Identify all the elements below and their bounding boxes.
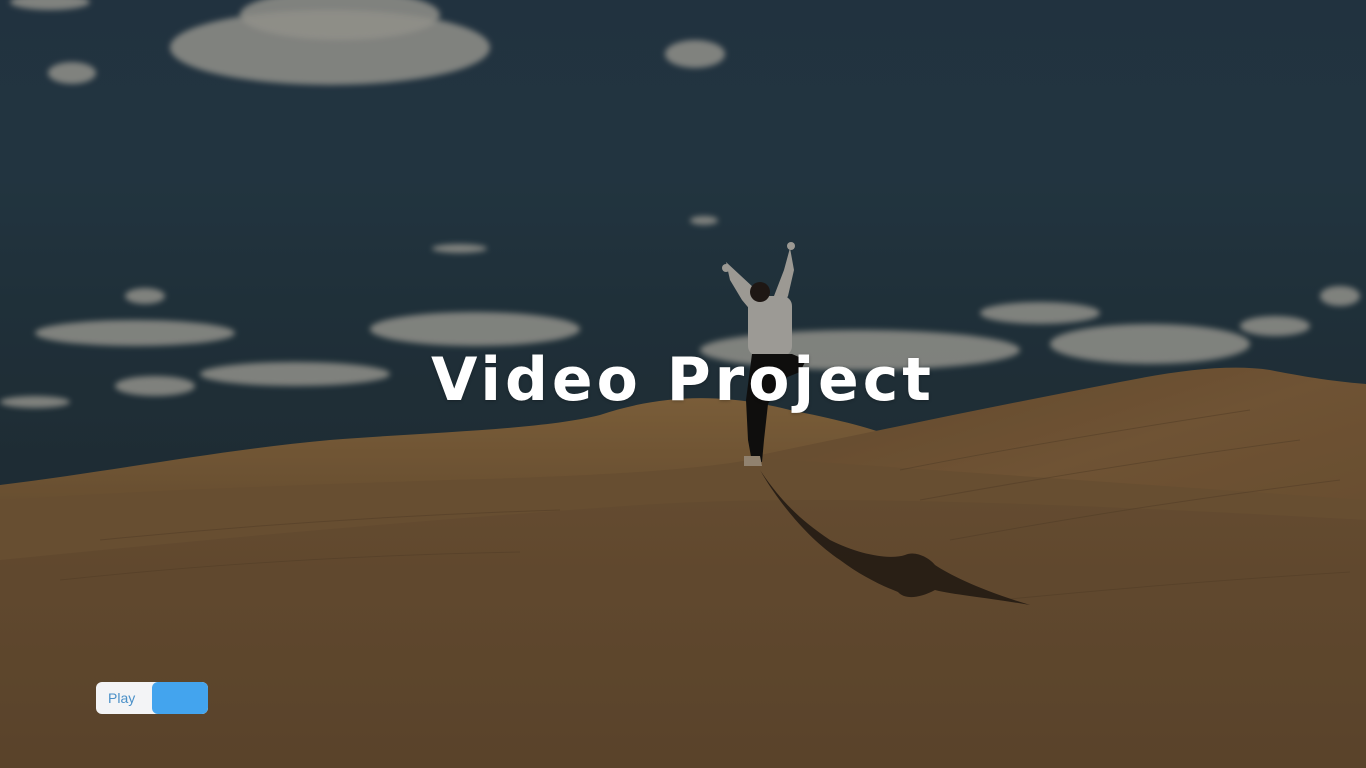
- play-toggle-label: Play: [108, 690, 136, 706]
- play-toggle[interactable]: Play: [96, 682, 208, 714]
- toggle-knob[interactable]: [152, 682, 208, 714]
- page-title: Video Project: [431, 345, 935, 415]
- video-stage: Video Project Play: [0, 0, 1366, 768]
